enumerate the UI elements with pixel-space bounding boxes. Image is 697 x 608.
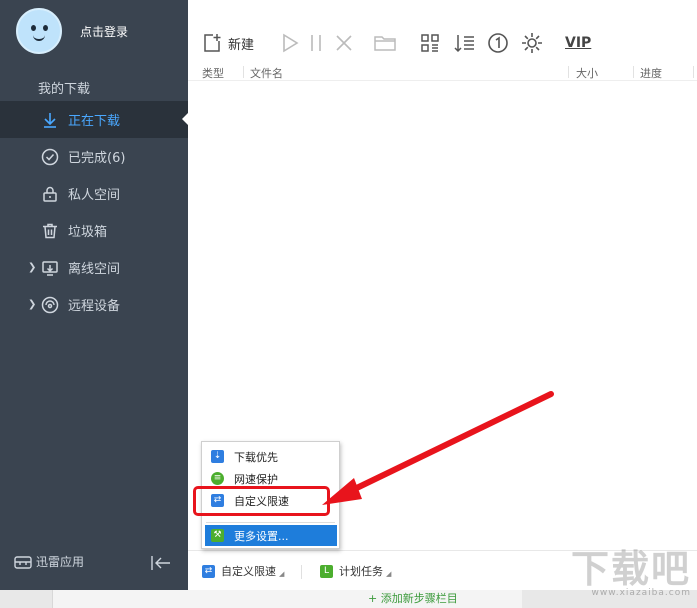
vip-button[interactable]: VIP bbox=[565, 32, 591, 54]
pause-button[interactable] bbox=[308, 32, 324, 54]
trash-icon bbox=[40, 221, 60, 241]
new-icon bbox=[204, 34, 221, 52]
cloud-download-icon bbox=[40, 258, 60, 278]
sidebar-item-offline-space[interactable]: ❯ 离线空间 bbox=[0, 249, 188, 286]
download-priority-icon: ⇣ bbox=[211, 450, 224, 463]
user-login-area[interactable]: 点击登录 bbox=[16, 8, 128, 54]
sidebar-item-label: 垃圾箱 bbox=[68, 225, 108, 240]
remote-device-icon bbox=[40, 295, 60, 315]
grid-view-icon bbox=[421, 34, 439, 52]
check-circle-icon bbox=[40, 147, 60, 167]
column-filename[interactable]: 文件名 bbox=[250, 65, 283, 81]
speed-mode-button[interactable]: ⇄ 自定义限速 ◢ bbox=[202, 563, 284, 579]
sidebar-item-trash[interactable]: 垃圾箱 bbox=[0, 212, 188, 249]
avatar-mouth bbox=[33, 35, 45, 41]
sidebar-item-completed[interactable]: 已完成(6) bbox=[0, 138, 188, 175]
speed-mode-label: 自定义限速 bbox=[221, 565, 276, 578]
sidebar-item-label: 私人空间 bbox=[68, 188, 121, 203]
menu-divider bbox=[206, 522, 335, 523]
avatar[interactable] bbox=[16, 8, 62, 54]
grid-view-button[interactable] bbox=[420, 32, 440, 54]
delete-icon bbox=[336, 35, 352, 51]
custom-speed-icon: ⇄ bbox=[202, 564, 215, 578]
schedule-button[interactable]: L 计划任务 ◢ bbox=[320, 563, 391, 579]
open-folder-button[interactable] bbox=[374, 32, 396, 54]
download-arrow-icon bbox=[40, 110, 60, 130]
settings-icon bbox=[522, 33, 542, 53]
sidebar-item-remote-device[interactable]: ❯ 远程设备 bbox=[0, 286, 188, 323]
sidebar-item-downloading[interactable]: 正在下载 bbox=[0, 101, 188, 138]
single-task-icon bbox=[488, 33, 508, 53]
column-divider[interactable] bbox=[633, 66, 634, 78]
delete-button[interactable] bbox=[334, 32, 354, 54]
sort-button[interactable] bbox=[454, 32, 476, 54]
menu-item-more-settings[interactable]: ⚒ 更多设置... bbox=[205, 525, 337, 546]
sidebar-item-label: 正在下载 bbox=[68, 114, 121, 129]
single-task-button[interactable] bbox=[487, 32, 509, 54]
apps-button[interactable]: 迅雷应用 bbox=[14, 553, 84, 570]
sidebar-item-private-space[interactable]: 私人空间 bbox=[0, 175, 188, 212]
avatar-eye-right bbox=[43, 25, 48, 31]
schedule-label: 计划任务 bbox=[339, 565, 383, 578]
section-title-my-downloads: 我的下载 bbox=[38, 82, 91, 97]
start-button[interactable] bbox=[280, 32, 300, 54]
column-divider[interactable] bbox=[693, 66, 694, 78]
toolbar: 新建 VIP bbox=[188, 0, 697, 63]
column-divider[interactable] bbox=[568, 66, 569, 78]
apps-icon bbox=[14, 555, 32, 569]
avatar-eye-left bbox=[31, 25, 36, 31]
lock-icon bbox=[40, 184, 60, 204]
column-divider[interactable] bbox=[243, 66, 244, 78]
menu-item-label: 网速保护 bbox=[234, 472, 278, 486]
pause-icon bbox=[311, 35, 321, 51]
annotation-highlight-box bbox=[193, 486, 330, 516]
apps-label: 迅雷应用 bbox=[36, 555, 85, 569]
column-progress[interactable]: 进度 bbox=[640, 65, 662, 81]
settings-button[interactable] bbox=[521, 32, 543, 54]
collapse-sidebar-button[interactable] bbox=[150, 554, 172, 572]
watermark: 下载吧 www.xiazaiba.com bbox=[570, 546, 691, 599]
menu-item-download-priority[interactable]: ⇣ 下载优先 bbox=[202, 446, 339, 467]
login-link[interactable]: 点击登录 bbox=[80, 23, 128, 40]
speed-protect-icon: ≡ bbox=[211, 472, 224, 485]
schedule-icon: L bbox=[320, 564, 333, 578]
wrench-icon: ⚒ bbox=[211, 529, 224, 542]
watermark-logo: 下载吧 bbox=[570, 546, 691, 591]
column-size[interactable]: 大小 bbox=[576, 65, 598, 81]
menu-item-label: 下载优先 bbox=[234, 450, 278, 464]
caret-down-icon: ◢ bbox=[279, 569, 285, 578]
sort-icon bbox=[454, 35, 474, 53]
menu-item-label: 更多设置... bbox=[234, 529, 289, 543]
new-task-label: 新建 bbox=[228, 37, 255, 53]
divider bbox=[301, 565, 302, 579]
task-list-header: 类型 文件名 大小 进度 bbox=[188, 63, 697, 81]
vip-label: VIP bbox=[565, 35, 592, 51]
sidebar: 点击登录 我的下载 正在下载 已完成(6) 私人空间 垃圾箱 ❯ 离线空间 ❯ … bbox=[0, 0, 188, 590]
sidebar-item-label: 远程设备 bbox=[68, 299, 121, 314]
column-type[interactable]: 类型 bbox=[202, 65, 224, 81]
collapse-icon bbox=[151, 556, 170, 570]
folder-icon bbox=[374, 36, 396, 51]
caret-down-icon: ◢ bbox=[386, 569, 392, 578]
sidebar-item-label: 离线空间 bbox=[68, 262, 121, 277]
chevron-right-icon[interactable]: ❯ bbox=[28, 299, 36, 310]
new-task-button[interactable]: 新建 bbox=[202, 32, 254, 54]
play-icon bbox=[283, 33, 299, 53]
sidebar-item-label: 已完成(6) bbox=[68, 151, 126, 166]
chevron-right-icon[interactable]: ❯ bbox=[28, 262, 36, 273]
add-tag-link[interactable]: + 添加新步骤栏目 bbox=[368, 590, 458, 606]
